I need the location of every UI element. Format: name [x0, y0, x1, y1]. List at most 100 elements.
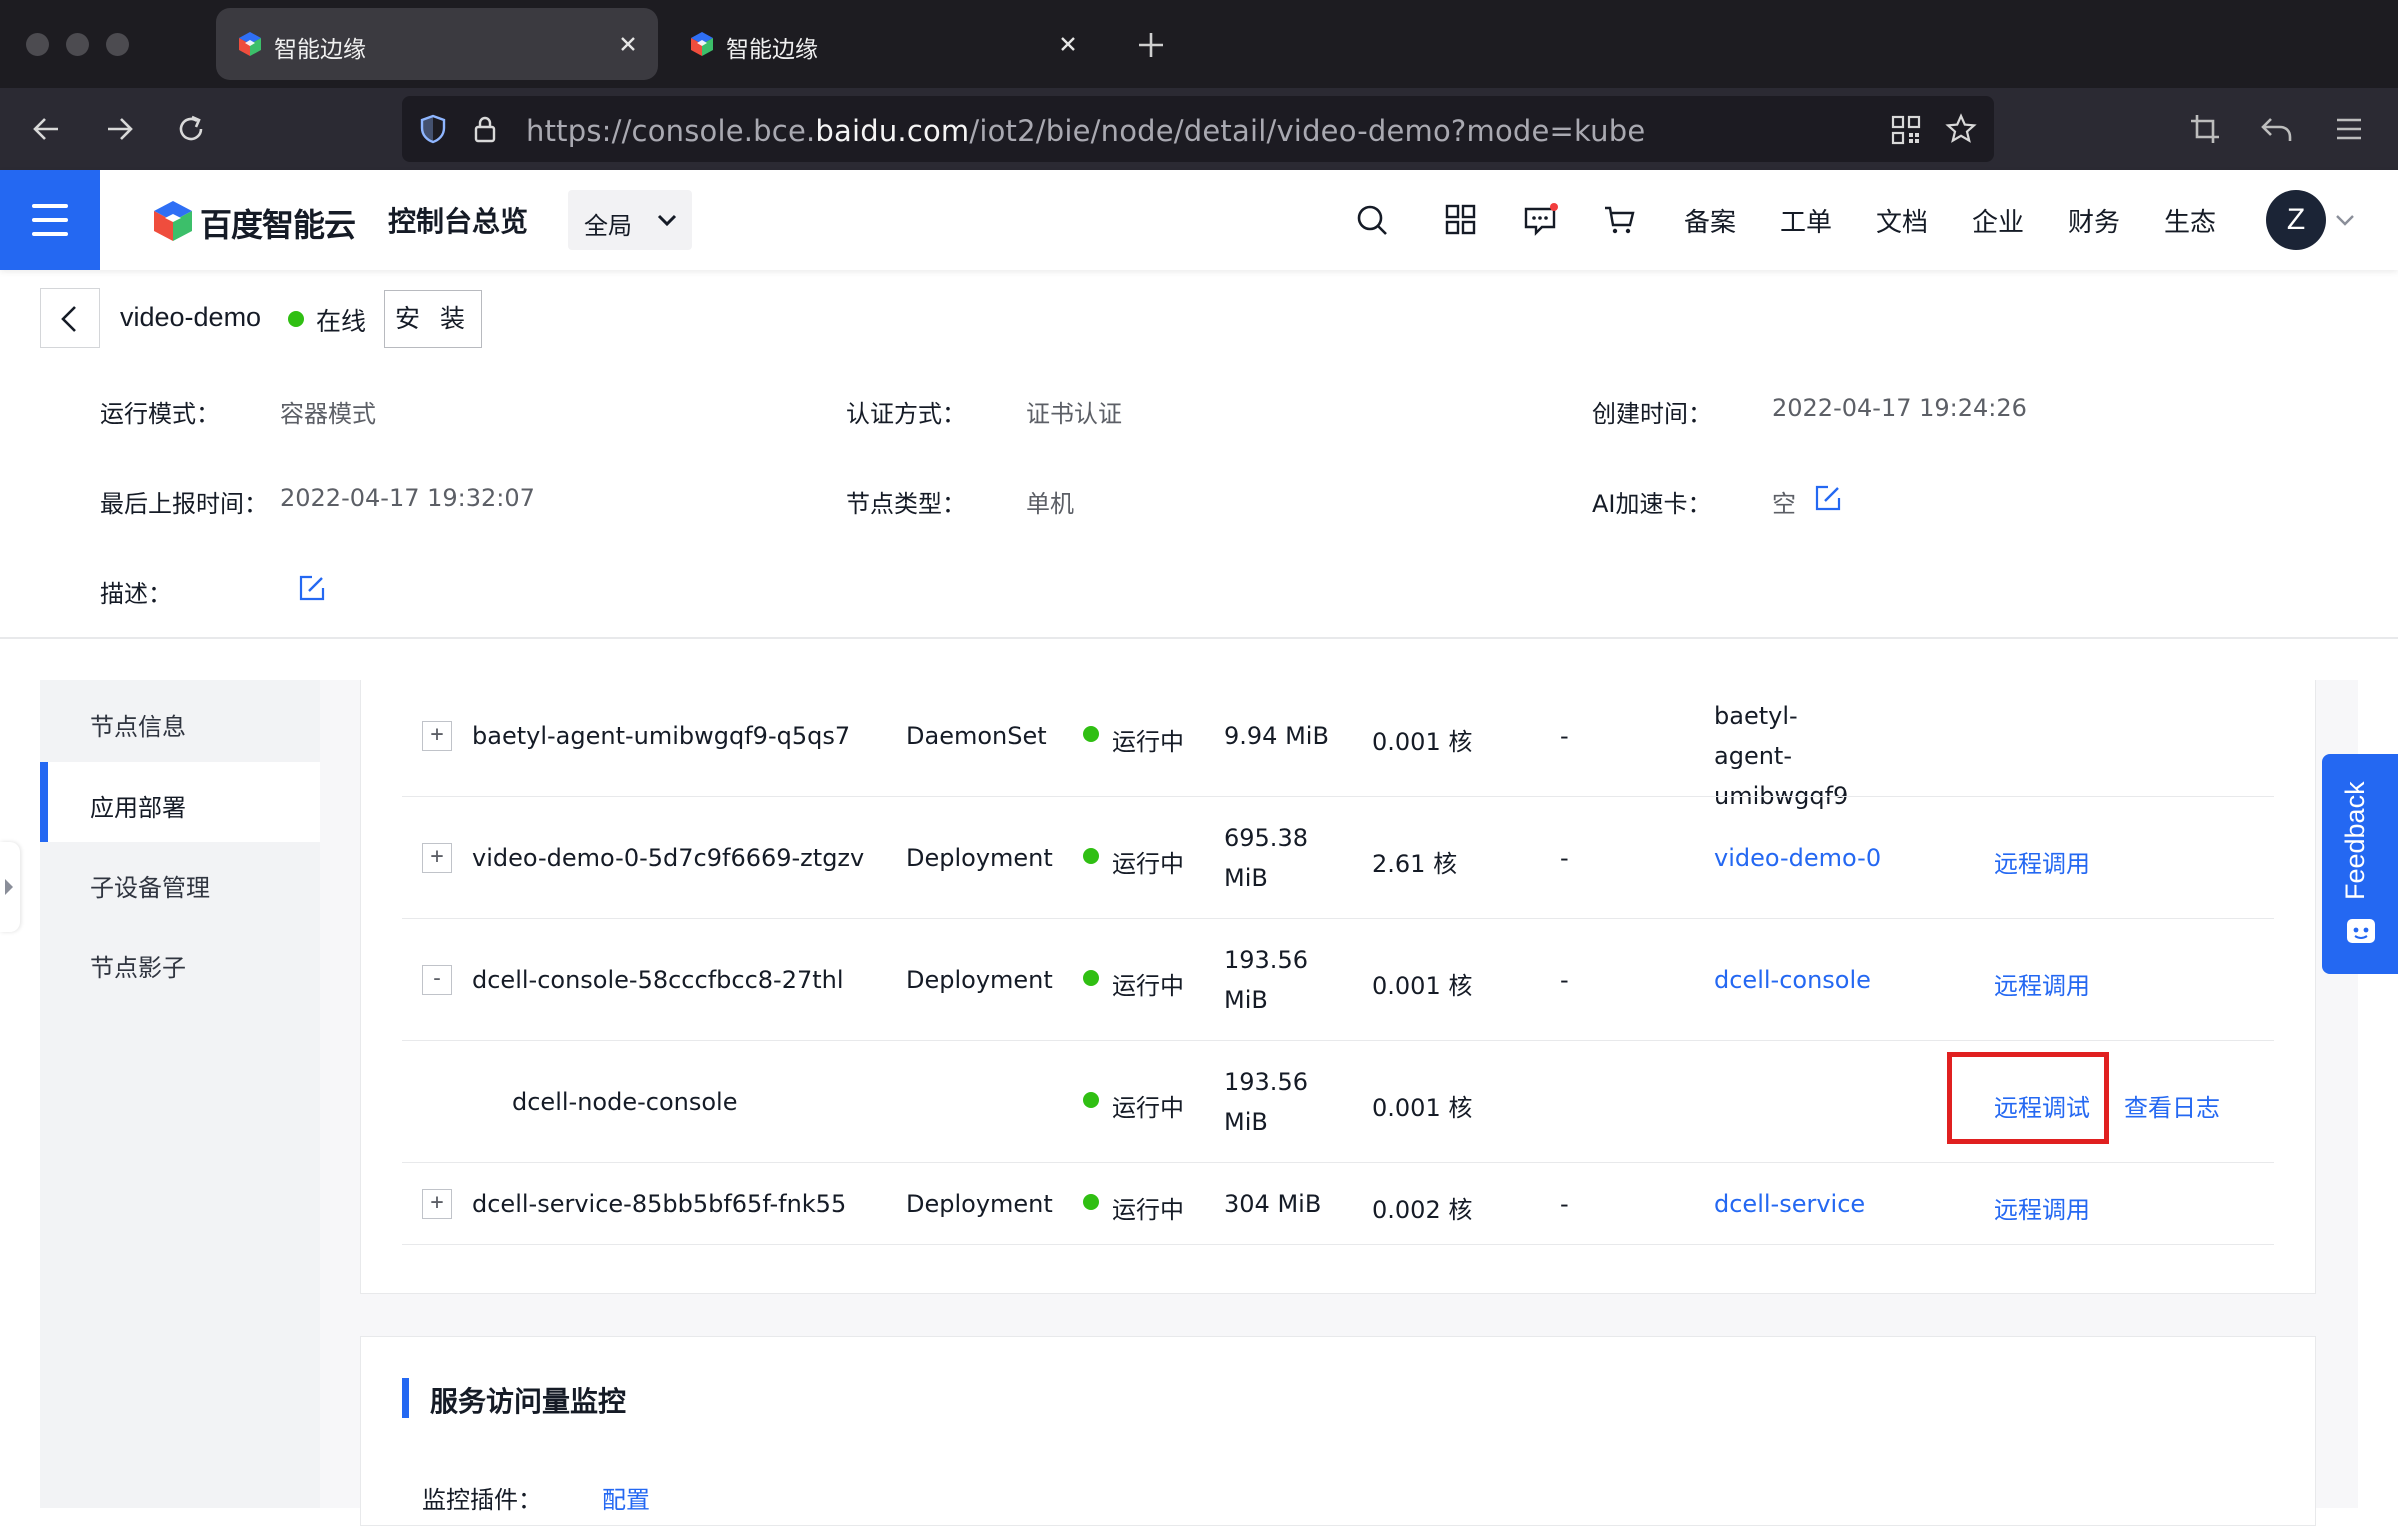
section-divider — [0, 637, 2398, 639]
tab-title: 智能边缘 — [274, 37, 366, 63]
search-icon[interactable] — [1354, 202, 1390, 238]
url-text[interactable]: https://console.bce.baidu.com/iot2/bie/n… — [526, 114, 1645, 148]
highlight-annotation-box — [1947, 1052, 2109, 1144]
cart-icon[interactable] — [1602, 202, 1638, 238]
sidebar-item-subdevice[interactable]: 子设备管理 — [40, 842, 320, 922]
window-zoom-button[interactable] — [106, 33, 129, 56]
browser-tab[interactable]: 智能边缘 — [668, 8, 1098, 80]
console-overview-link[interactable]: 控制台总览 — [388, 200, 528, 240]
last-report-value: 2022-04-17 19:32:07 — [280, 484, 535, 512]
back-button[interactable] — [40, 288, 100, 348]
browser-tab-active[interactable]: 智能边缘 — [216, 8, 658, 80]
sidebar-toggle[interactable] — [0, 842, 20, 932]
monitor-plugin-label: 监控插件： — [422, 1486, 542, 1514]
region-select[interactable]: 全局 — [568, 190, 692, 250]
row-divider — [402, 1244, 2274, 1245]
auth-method-label: 认证方式： — [846, 400, 966, 428]
shield-icon[interactable] — [416, 112, 450, 146]
workload-kind: DaemonSet — [906, 722, 1047, 750]
run-mode-label: 运行模式： — [100, 400, 220, 428]
sidebar-item-node-info[interactable]: 节点信息 — [40, 681, 320, 761]
remote-call-link[interactable]: 远程调用 — [1994, 1190, 2090, 1225]
pod-status: 运行中 — [1112, 972, 1184, 1000]
url-path: /iot2/bie/node/detail/video-demo?mode=ku… — [969, 114, 1646, 148]
cpu-usage: 0.002 核 — [1372, 1196, 1473, 1224]
remote-call-link[interactable]: 远程调用 — [1994, 966, 2090, 1001]
lock-icon[interactable] — [468, 112, 502, 146]
product-menu-button[interactable] — [0, 170, 100, 270]
app-link[interactable]: dcell-service — [1714, 1190, 1865, 1218]
chevron-right-icon — [5, 879, 13, 895]
memory-usage: 9.94 MiB — [1224, 722, 1329, 750]
chevron-down-icon — [657, 214, 677, 227]
running-status-dot — [1083, 1194, 1099, 1210]
sidebar-item-label: 应用部署 — [90, 794, 186, 822]
header-link-docs[interactable]: 文档 — [1876, 202, 1928, 239]
header-link-ticket[interactable]: 工单 — [1780, 202, 1832, 239]
close-tab-icon[interactable] — [1054, 30, 1082, 58]
ai-card-label: AI加速卡： — [1592, 490, 1712, 518]
sidebar-item-label: 节点影子 — [90, 954, 186, 982]
pod-name: baetyl-agent-umibwgqf9-q5qs7 — [472, 722, 851, 750]
window-close-button[interactable] — [26, 33, 49, 56]
section-title: 服务访问量监控 — [430, 1385, 627, 1418]
edit-icon[interactable] — [1814, 484, 1842, 512]
close-tab-icon[interactable] — [614, 30, 642, 58]
qr-code-icon[interactable] — [1890, 114, 1922, 146]
url-bar[interactable]: https://console.bce.baidu.com/iot2/bie/n… — [402, 96, 1994, 162]
pod-status: 运行中 — [1112, 1196, 1184, 1224]
screenshot-crop-icon[interactable] — [2184, 108, 2226, 150]
node-status: 在线 — [316, 307, 367, 336]
hamburger-menu-icon[interactable] — [2328, 108, 2370, 150]
expand-row-button[interactable]: + — [422, 721, 452, 751]
sidebar-item-app-deploy[interactable]: 应用部署 — [40, 762, 320, 842]
empty-cell: - — [1560, 1190, 1569, 1218]
apps-grid-icon[interactable] — [1442, 202, 1478, 238]
back-arrow-icon[interactable] — [26, 108, 68, 150]
header-link-finance[interactable]: 财务 — [2068, 202, 2120, 239]
user-avatar[interactable]: Z — [2266, 190, 2326, 250]
message-icon[interactable] — [1522, 202, 1558, 238]
edit-icon[interactable] — [298, 574, 326, 602]
new-tab-icon[interactable] — [1134, 28, 1168, 62]
remote-call-link[interactable]: 远程调用 — [1994, 844, 2090, 879]
view-logs-link[interactable]: 查看日志 — [2124, 1088, 2220, 1123]
sidebar: 节点信息 应用部署 子设备管理 节点影子 — [40, 680, 320, 1508]
empty-cell: - — [1560, 966, 1569, 994]
chevron-down-icon[interactable] — [2334, 210, 2356, 230]
forward-arrow-icon[interactable] — [98, 108, 140, 150]
feedback-button[interactable]: Feedback — [2322, 754, 2398, 974]
workload-kind: Deployment — [906, 844, 1053, 872]
install-button[interactable]: 安 装 — [384, 290, 482, 348]
expand-row-button[interactable]: + — [422, 843, 452, 873]
window-minimize-button[interactable] — [66, 33, 89, 56]
running-status-dot — [1083, 970, 1099, 986]
collapse-row-button[interactable]: - — [422, 965, 452, 995]
header-link-ecosystem[interactable]: 生态 — [2164, 202, 2216, 239]
console-header: 百度智能云 控制台总览 全局 备案 工单 文档 企业 财务 生态 Z — [0, 170, 2398, 270]
cpu-usage: 2.61 核 — [1372, 850, 1458, 878]
chevron-left-icon — [61, 306, 76, 332]
region-select-value: 全局 — [584, 212, 632, 240]
header-link-filing[interactable]: 备案 — [1684, 202, 1736, 239]
cube-favicon-icon — [691, 32, 713, 56]
app-link[interactable]: dcell-console — [1714, 966, 1871, 994]
created-time-value: 2022-04-17 19:24:26 — [1772, 394, 2027, 422]
app-name: baetyl-agent-umibwgqf9 — [1714, 702, 1849, 810]
workload-kind: Deployment — [906, 966, 1053, 994]
configure-plugin-link[interactable]: 配置 — [602, 1480, 650, 1515]
header-link-enterprise[interactable]: 企业 — [1972, 202, 2024, 239]
undo-arrow-icon[interactable] — [2256, 108, 2298, 150]
bookmark-star-icon[interactable] — [1944, 112, 1978, 146]
memory-usage: 695.38 MiB — [1224, 824, 1308, 892]
node-type-label: 节点类型： — [846, 490, 966, 518]
app-link[interactable]: video-demo-0 — [1714, 844, 1881, 872]
url-prefix: https://console.bce. — [526, 114, 816, 148]
pod-status: 运行中 — [1112, 850, 1184, 878]
brand-name[interactable]: 百度智能云 — [200, 200, 356, 246]
pod-name: dcell-console-58cccfbcc8-27thl — [472, 966, 844, 994]
cpu-usage: 0.001 核 — [1372, 728, 1473, 756]
sidebar-item-node-shadow[interactable]: 节点影子 — [40, 922, 320, 1002]
expand-row-button[interactable]: + — [422, 1189, 452, 1219]
reload-icon[interactable] — [170, 108, 212, 150]
